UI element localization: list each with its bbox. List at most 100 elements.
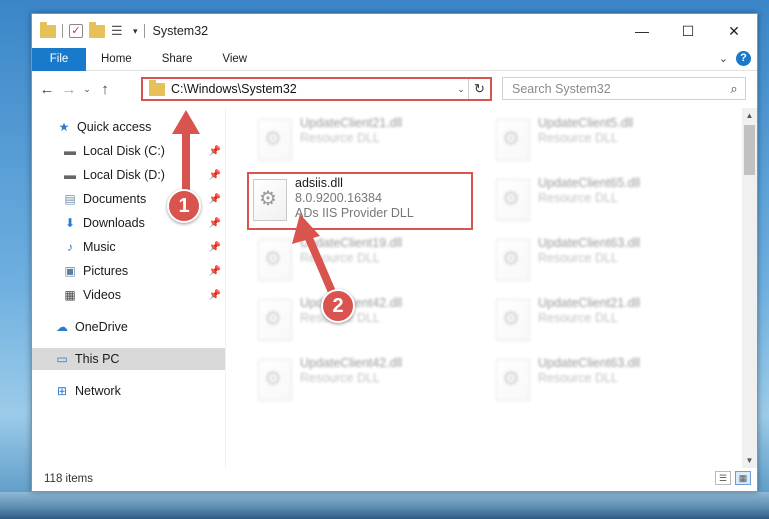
dll-file-icon: ⚙ [496,299,530,341]
minimize-button[interactable]: — [619,14,665,48]
documents-icon: ▤ [64,192,76,206]
dll-file-icon: ⚙ [496,239,530,281]
pin-icon[interactable]: 📌 [209,218,221,229]
folder-icon [40,21,56,38]
file-name: UpdateClient21.dll [538,296,641,310]
tab-home[interactable]: Home [86,53,147,65]
address-bar[interactable]: C:\Windows\System32 ⌄ ↻ [141,77,492,101]
quick-access-toolbar: ✓ ☰ ▾ [32,21,145,38]
file-type: Resource DLL [538,191,618,205]
downloads-icon: ⬇ [64,216,76,230]
dll-file-icon: ⚙ [496,359,530,401]
pictures-icon: ▣ [64,264,76,278]
sidebar-item-music[interactable]: ♪ Music 📌 [32,236,225,258]
list-item[interactable]: ⚙ UpdateClient42.dll Resource DLL [252,356,462,406]
file-list: ⚙ UpdateClient21.dll Resource DLL ⚙ adsi… [225,108,757,468]
sidebar-item-label: Pictures [83,264,129,278]
list-item-adsiis[interactable]: ⚙ adsiis.dll 8.0.9200.16384 ADs IIS Prov… [247,172,473,230]
sidebar-item-quick-access[interactable]: ★ Quick access [32,116,225,138]
list-item[interactable]: ⚙ UpdateClient21.dll Resource DLL [252,116,462,166]
file-type: Resource DLL [538,311,618,325]
address-dropdown-button[interactable]: ⌄ [454,84,468,95]
chevron-down-icon[interactable]: ▾ [133,26,138,37]
dll-file-icon: ⚙ [496,119,530,161]
tab-share[interactable]: Share [147,53,208,65]
pin-icon[interactable]: 📌 [209,170,221,181]
sidebar-item-label: Quick access [77,120,152,134]
scroll-up-icon[interactable]: ▲ [742,108,757,123]
file-name: UpdateClient42.dll [300,356,403,370]
computer-icon: ▭ [56,352,68,366]
details-view-icon[interactable]: ☰ [715,471,731,485]
sidebar-item-label: OneDrive [75,320,128,334]
content-area: ★ Quick access ▬ Local Disk (C:) 📌 ▬ Loc… [32,108,757,468]
sidebar-item-onedrive[interactable]: ☁ OneDrive [32,316,225,338]
up-button[interactable]: ↑ [94,81,116,98]
address-path[interactable]: C:\Windows\System32 [171,82,454,96]
sidebar-item-label: Local Disk (D:) [83,168,165,182]
large-icons-view-icon[interactable]: ▦ [735,471,751,485]
new-folder-icon[interactable] [89,21,105,38]
refresh-button[interactable]: ↻ [468,79,490,99]
sidebar-item-label: Documents [83,192,147,206]
tab-view[interactable]: View [207,53,262,65]
title-bar: ✓ ☰ ▾ System32 — ☐ ✕ [32,14,757,48]
list-item[interactable]: ⚙ UpdateClient42.dll Resource DLL [252,296,462,346]
search-box[interactable]: Search System32 ⌕ [502,77,746,100]
file-name: UpdateClient21.dll [300,116,403,130]
dll-file-icon: ⚙ [253,179,287,221]
file-type: Resource DLL [300,131,380,145]
drive-icon: ▬ [64,144,76,158]
search-icon[interactable]: ⌕ [723,81,745,97]
search-input[interactable]: Search System32 [503,82,723,96]
vertical-scrollbar[interactable]: ▲ ▼ [742,108,757,468]
scrollbar-thumb[interactable] [744,125,755,175]
sidebar-item-videos[interactable]: ▦ Videos 📌 [32,284,225,306]
videos-icon: ▦ [64,288,76,302]
folder-icon [149,79,165,96]
sidebar-item-local-disk-d[interactable]: ▬ Local Disk (D:) 📌 [32,164,225,186]
list-item[interactable]: ⚙ UpdateClient65.dll Resource DLL [490,176,700,226]
close-button[interactable]: ✕ [711,14,757,48]
sidebar-item-network[interactable]: ⊞ Network [32,380,225,402]
sidebar-item-this-pc[interactable]: ▭ This PC [32,348,225,370]
navigation-pane: ★ Quick access ▬ Local Disk (C:) 📌 ▬ Loc… [32,108,225,468]
music-icon: ♪ [67,240,73,254]
navigation-bar: ← → ⌄ ↑ C:\Windows\System32 ⌄ ↻ Search S… [32,71,757,107]
dll-file-icon: ⚙ [258,119,292,161]
view-toggle: ☰ ▦ [715,471,751,485]
list-item[interactable]: ⚙ UpdateClient21.dll Resource DLL [490,296,700,346]
forward-button[interactable]: → [58,81,80,98]
expand-ribbon-icon[interactable]: ⌄ [719,52,728,65]
file-name: UpdateClient63.dll [538,356,641,370]
list-item[interactable]: ⚙ UpdateClient5.dll Resource DLL [490,116,700,166]
customize-toolbar-icon[interactable]: ☰ [111,24,127,38]
sidebar-item-pictures[interactable]: ▣ Pictures 📌 [32,260,225,282]
file-type: Resource DLL [300,371,380,385]
list-item[interactable]: ⚙ UpdateClient63.dll Resource DLL [490,356,700,406]
window-controls: — ☐ ✕ [619,14,757,48]
file-type: Resource DLL [538,251,618,265]
maximize-button[interactable]: ☐ [665,14,711,48]
recent-locations-button[interactable]: ⌄ [80,84,94,95]
sidebar-item-local-disk-c[interactable]: ▬ Local Disk (C:) 📌 [32,140,225,162]
pin-icon[interactable]: 📌 [209,146,221,157]
item-count: 118 items [44,472,94,485]
star-icon: ★ [58,120,70,134]
desktop-background [0,492,769,519]
window-title: System32 [152,24,209,38]
pin-icon[interactable]: 📌 [209,242,221,253]
list-item[interactable]: ⚙ UpdateClient63.dll Resource DLL [490,236,700,286]
network-icon: ⊞ [56,384,68,398]
dll-file-icon: ⚙ [258,239,292,281]
sidebar-item-label: This PC [75,352,120,366]
pin-icon[interactable]: 📌 [209,290,221,301]
tab-file[interactable]: File [32,47,86,71]
file-name: UpdateClient19.dll [300,236,403,250]
back-button[interactable]: ← [36,81,58,98]
list-item[interactable]: ⚙ UpdateClient19.dll Resource DLL [252,236,462,286]
properties-check-icon[interactable]: ✓ [69,24,83,38]
help-icon[interactable]: ? [736,51,751,66]
pin-icon[interactable]: 📌 [209,194,221,205]
pin-icon[interactable]: 📌 [209,266,221,277]
